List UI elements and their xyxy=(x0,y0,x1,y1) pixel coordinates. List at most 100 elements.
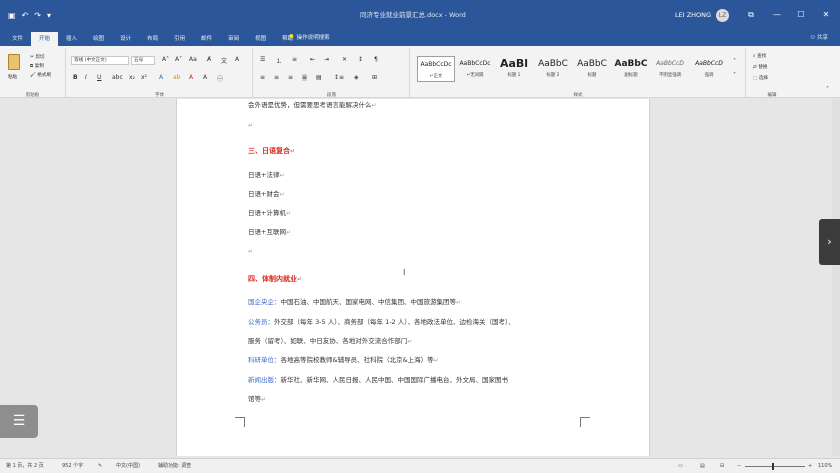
document-page[interactable]: 会外语是优势，但需要思考语言能解决什么↵ ↵ 三、日语复合↵ 日语+法律↵ 日语… xyxy=(176,99,650,456)
borders-icon[interactable]: ⊞ xyxy=(372,74,377,81)
collapse-ribbon-icon[interactable]: ˄ xyxy=(826,86,829,93)
style-subtitle[interactable]: AaBbC 副标题 xyxy=(612,56,650,82)
tell-me-search[interactable]: 💡 操作说明搜索 xyxy=(288,30,330,46)
font-color-icon[interactable]: A xyxy=(189,74,193,81)
zoom-slider-thumb[interactable] xyxy=(772,463,774,470)
tab-references[interactable]: 引用 xyxy=(166,32,193,46)
word-count[interactable]: 952 个字 xyxy=(62,459,83,473)
redo-icon[interactable]: ↷ xyxy=(34,11,41,20)
italic-button[interactable]: I xyxy=(85,74,87,81)
entry-line[interactable]: 国企央企：中国石油、中国航天、国家电网、中信集团、中国旅游集团等↵ xyxy=(248,296,461,306)
bullets-icon[interactable]: ☰ xyxy=(260,56,265,63)
align-right-icon[interactable]: ≡ xyxy=(288,74,293,81)
change-case-icon[interactable]: Aa xyxy=(189,56,197,63)
heading-public-sector[interactable]: 四、体制内就业↵ xyxy=(248,274,302,284)
vertical-scrollbar[interactable] xyxy=(832,99,840,456)
font-size-box[interactable]: 五号 xyxy=(131,56,155,65)
shading-icon[interactable]: ◈ xyxy=(354,74,359,81)
style-normal[interactable]: AaBbCcDc ↵正文 xyxy=(417,56,455,82)
read-mode-icon[interactable]: ▭ xyxy=(678,459,683,473)
enclose-char-icon[interactable]: ㊀ xyxy=(217,74,223,83)
underline-button[interactable]: U xyxy=(97,74,101,81)
list-item[interactable]: 日语+财会↵ xyxy=(248,188,284,198)
menu-list-icon[interactable]: ☰ xyxy=(0,405,38,438)
style-heading-1[interactable]: AaBl 标题 1 xyxy=(495,56,533,82)
web-layout-icon[interactable]: ⊟ xyxy=(720,459,724,473)
empty-line[interactable]: ↵ xyxy=(248,121,253,129)
grow-font-icon[interactable]: A˄ xyxy=(162,56,169,63)
heading-japanese-combo[interactable]: 三、日语复合↵ xyxy=(248,146,295,156)
paste-icon[interactable] xyxy=(8,54,20,70)
shrink-font-icon[interactable]: A˅ xyxy=(175,56,182,63)
line-spacing-icon[interactable]: ↕≡ xyxy=(334,74,344,81)
tab-layout[interactable]: 布局 xyxy=(139,32,166,46)
entry-line[interactable]: 馆等↵ xyxy=(248,393,266,403)
char-shading-icon[interactable]: A xyxy=(203,74,207,81)
print-layout-icon[interactable]: ▤ xyxy=(700,459,705,473)
select-button[interactable]: ⬚ 选择 xyxy=(753,75,768,81)
entry-line[interactable]: 公务员：外交部（每年 3-5 人）、商务部（每年 1-2 人）、各地政法单位、边… xyxy=(248,316,515,326)
tab-home[interactable]: 开始 xyxy=(31,32,59,46)
align-left-icon[interactable]: ≡ xyxy=(260,74,265,81)
entry-line[interactable]: 服务（留考）、如联、中日友协、各地对外交流合作部门↵ xyxy=(248,335,412,345)
share-button[interactable]: ⚇ 共享 xyxy=(810,30,828,46)
cut-button[interactable]: ✂ 剪切 xyxy=(30,54,45,60)
text-effects-icon[interactable]: A xyxy=(159,74,163,81)
style-emphasis[interactable]: AaBbCcD 强调 xyxy=(690,56,728,82)
show-marks-icon[interactable]: ¶ xyxy=(374,56,378,63)
phonetic-guide-icon[interactable]: 文 xyxy=(221,56,227,65)
minimize-button[interactable]: — xyxy=(764,0,790,30)
clear-formatting-icon[interactable]: A̸ xyxy=(207,56,211,63)
paste-label[interactable]: 粘贴 xyxy=(8,74,17,80)
replace-button[interactable]: ⇄ 替换 xyxy=(753,64,768,70)
ribbon-display-options-icon[interactable]: ⧉ xyxy=(738,0,764,30)
chinese-layout-icon[interactable]: ✕ xyxy=(342,56,347,63)
styles-scroll-up-icon[interactable]: ˄ xyxy=(733,58,736,65)
copy-button[interactable]: ⧉ 复制 xyxy=(30,63,44,69)
empty-line[interactable]: ↵ xyxy=(248,247,253,255)
user-name[interactable]: LEI ZHONG xyxy=(675,0,711,30)
multilevel-list-icon[interactable]: ≡ xyxy=(292,56,297,63)
increase-indent-icon[interactable]: ⇥ xyxy=(324,56,329,63)
save-icon[interactable]: ▣ xyxy=(8,11,16,20)
strikethrough-icon[interactable]: abc xyxy=(112,74,123,81)
list-item[interactable]: 日语+计算机↵ xyxy=(248,207,291,217)
document-area[interactable]: 会外语是优势，但需要思考语言能解决什么↵ ↵ 三、日语复合↵ 日语+法律↵ 日语… xyxy=(0,99,840,456)
style-heading-2[interactable]: AaBbC 标题 2 xyxy=(534,56,572,82)
tab-mailings[interactable]: 邮件 xyxy=(193,32,220,46)
sort-icon[interactable]: ↕ xyxy=(358,56,363,63)
find-button[interactable]: ⌕ 查找 xyxy=(753,53,766,59)
font-name-box[interactable]: 等线 (中文正文) xyxy=(71,56,129,65)
language-indicator[interactable]: 中文(中国) xyxy=(116,459,140,473)
style-subtle-emphasis[interactable]: AaBbCcD 不明显强调 xyxy=(651,56,689,82)
close-button[interactable]: ✕ xyxy=(813,0,839,30)
superscript-icon[interactable]: x² xyxy=(141,74,147,81)
avatar[interactable]: LZ xyxy=(716,9,729,22)
undo-icon[interactable]: ↶ xyxy=(22,11,29,20)
style-no-spacing[interactable]: AaBbCcDc ↵无间隔 xyxy=(456,56,494,82)
text-line[interactable]: 会外语是优势，但需要思考语言能解决什么↵ xyxy=(248,99,377,109)
decrease-indent-icon[interactable]: ⇤ xyxy=(310,56,315,63)
tab-review[interactable]: 审阅 xyxy=(220,32,247,46)
zoom-in-button[interactable]: + xyxy=(808,459,812,473)
tab-view[interactable]: 视图 xyxy=(247,32,274,46)
proofing-icon[interactable]: ✎ xyxy=(98,459,102,473)
bold-button[interactable]: B xyxy=(73,74,78,81)
align-center-icon[interactable]: ≡ xyxy=(274,74,279,81)
subscript-icon[interactable]: x₂ xyxy=(129,74,135,81)
styles-more-icon[interactable]: ˅ xyxy=(733,72,736,79)
page-count[interactable]: 第 1 页，共 2 页 xyxy=(6,459,44,473)
zoom-out-button[interactable]: − xyxy=(737,459,741,473)
tab-insert[interactable]: 插入 xyxy=(58,32,85,46)
justify-icon[interactable]: ≡ xyxy=(302,74,308,81)
style-title[interactable]: AaBbC 标题 xyxy=(573,56,611,82)
tab-design[interactable]: 设计 xyxy=(112,32,139,46)
format-painter-button[interactable]: 🖌 格式刷 xyxy=(30,72,51,78)
tab-file[interactable]: 文件 xyxy=(4,32,31,46)
chevron-right-icon[interactable]: › xyxy=(819,219,840,265)
maximize-button[interactable]: ☐ xyxy=(788,0,814,30)
zoom-level[interactable]: 110% xyxy=(818,459,832,473)
tab-draw[interactable]: 绘图 xyxy=(85,32,112,46)
list-item[interactable]: 日语+互联网↵ xyxy=(248,226,291,236)
highlight-icon[interactable]: ab xyxy=(173,74,181,81)
